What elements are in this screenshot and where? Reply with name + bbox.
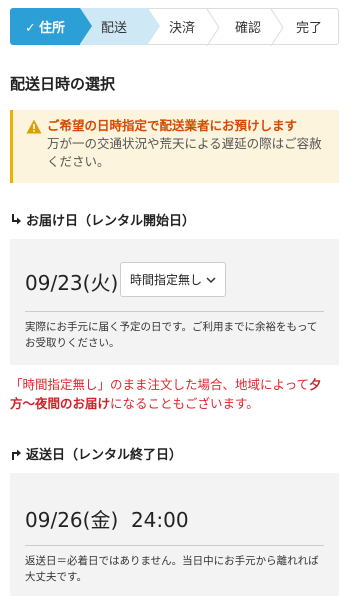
delay-notice: ご希望の日時指定で配送業者にお預けします 万が一の交通状況や荒天による遅延の際は… xyxy=(10,110,339,183)
page-title: 配送日時の選択 xyxy=(10,75,116,93)
check-icon: ✓ xyxy=(25,21,36,36)
notice-body: 万が一の交通状況や荒天による遅延の際はご容赦ください。 xyxy=(47,136,322,169)
step-address[interactable]: ✓ 住所 xyxy=(10,8,92,45)
arrow-down-icon xyxy=(12,213,21,224)
step-confirm-label: 確認 xyxy=(234,21,261,36)
delivery-date-box: 09/23(火) 時間指定無し 実際にお手元に届く予定の日です。ご利用までに余裕… xyxy=(10,239,339,365)
warning-icon xyxy=(26,119,42,134)
chevron-right-icon xyxy=(206,9,220,46)
step-address-label: 住所 xyxy=(38,21,65,36)
step-complete-label: 完了 xyxy=(295,21,322,36)
delivery-time-select[interactable]: 時間指定無し xyxy=(120,262,226,297)
divider xyxy=(25,545,324,546)
return-note: 返送日＝必着日ではありません。当日中にお手元から離れれば大丈夫です。 xyxy=(25,555,319,583)
delivery-heading-label: お届け日（レンタル開始日） xyxy=(26,214,196,229)
warning-text-2: になることもございます。 xyxy=(110,396,259,411)
arrow-up-icon xyxy=(12,449,21,460)
delivery-note: 実際にお手元に届く予定の日です。ご利用までに余裕をもってお受取りください。 xyxy=(25,321,318,349)
time-unspecified-warning: 「時間指定無し」のまま注文した場合、地域によって夕方〜夜間のお届けになることもご… xyxy=(10,375,339,413)
divider xyxy=(25,311,324,312)
step-arrow xyxy=(80,8,92,44)
return-heading: 返送日（レンタル終了日） xyxy=(10,444,182,463)
chevron-down-icon xyxy=(206,277,216,284)
step-payment-label: 決済 xyxy=(168,21,195,36)
step-arrow xyxy=(148,8,160,44)
warning-text-1: 「時間指定無し」のまま注文した場合、地域によって xyxy=(10,377,310,392)
step-complete: 完了 xyxy=(280,8,339,45)
delivery-heading: お届け日（レンタル開始日） xyxy=(10,210,195,229)
return-datetime: 09/26(金) 24:00 xyxy=(25,508,189,532)
time-select-value: 時間指定無し xyxy=(130,273,203,287)
notice-title: ご希望の日時指定で配送業者にお預けします xyxy=(47,118,298,133)
return-heading-label: 返送日（レンタル終了日） xyxy=(26,448,183,463)
delivery-date: 09/23(火) xyxy=(25,271,119,295)
step-confirm: 確認 xyxy=(216,8,284,46)
step-delivery-label: 配送 xyxy=(100,21,127,36)
chevron-right-icon xyxy=(270,9,284,46)
checkout-progress: ✓ 住所 配送 決済 確認 完了 xyxy=(10,8,339,46)
return-date-box: 09/26(金) 24:00 返送日＝必着日ではありません。当日中にお手元から離… xyxy=(10,473,339,596)
